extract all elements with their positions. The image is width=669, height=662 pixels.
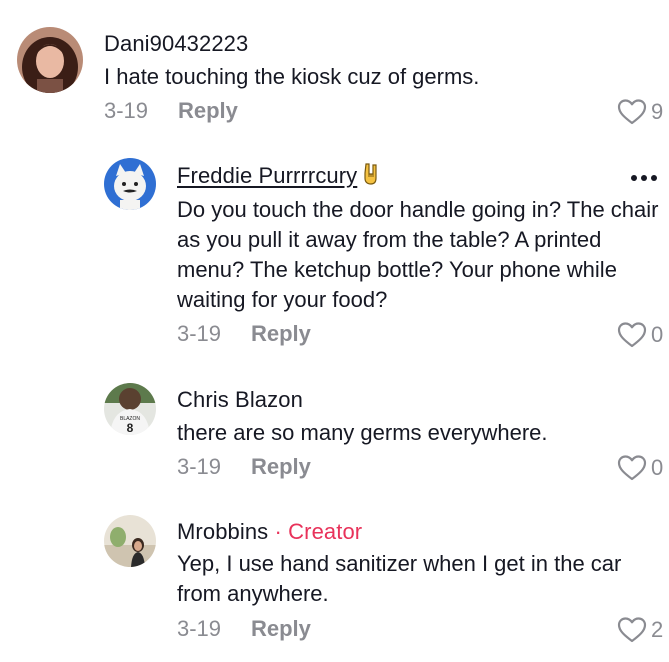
avatar[interactable] — [17, 27, 83, 93]
comment-text: Yep, I use hand sanitizer when I get in … — [177, 551, 622, 606]
like-count: 9 — [651, 99, 664, 124]
comment-username[interactable]: Mrobbins · Creator — [177, 519, 362, 545]
heart-outline-icon — [617, 617, 647, 643]
comment-text: I hate touching the kiosk cuz of germs. — [104, 64, 480, 89]
comment-username[interactable]: Dani90432223 — [104, 31, 248, 57]
comment-date: 3-19 — [177, 321, 222, 346]
rock-on-hand-icon — [364, 163, 377, 185]
heart-outline-icon — [617, 99, 647, 125]
comment-text: there are so many germs everywhere. — [177, 420, 548, 445]
reply-button[interactable]: Reply — [251, 454, 311, 480]
avatar[interactable] — [104, 158, 156, 210]
like-button[interactable]: 0 — [617, 321, 663, 349]
more-dots-icon — [631, 175, 637, 181]
like-button[interactable]: 9 — [617, 98, 663, 126]
comment-date: 3-19 — [104, 98, 149, 123]
comment-date: 3-19 — [177, 616, 222, 641]
like-button[interactable]: 0 — [617, 454, 663, 482]
like-count: 0 — [651, 322, 664, 347]
comment-text: Do you touch the door handle going in? T… — [177, 197, 659, 312]
comment-date: 3-19 — [177, 454, 222, 479]
heart-outline-icon — [617, 455, 647, 481]
username-text: Freddie Purrrrcury — [177, 163, 358, 188]
comment-username[interactable]: Freddie Purrrrcury — [177, 162, 381, 189]
heart-outline-icon — [617, 322, 647, 348]
more-options-button[interactable] — [631, 175, 657, 181]
avatar[interactable] — [104, 515, 156, 567]
svg-text:8: 8 — [127, 421, 134, 435]
like-count: 0 — [651, 455, 664, 480]
creator-badge: · Creator — [274, 519, 363, 544]
avatar[interactable]: BLAZON 8 — [104, 383, 156, 435]
comment-username[interactable]: Chris Blazon — [177, 387, 303, 413]
username-text: Mrobbins — [177, 519, 269, 544]
like-button[interactable]: 2 — [617, 616, 663, 644]
reply-button[interactable]: Reply — [178, 98, 238, 124]
like-count: 2 — [651, 617, 664, 642]
reply-button[interactable]: Reply — [251, 321, 311, 347]
reply-button[interactable]: Reply — [251, 616, 311, 642]
